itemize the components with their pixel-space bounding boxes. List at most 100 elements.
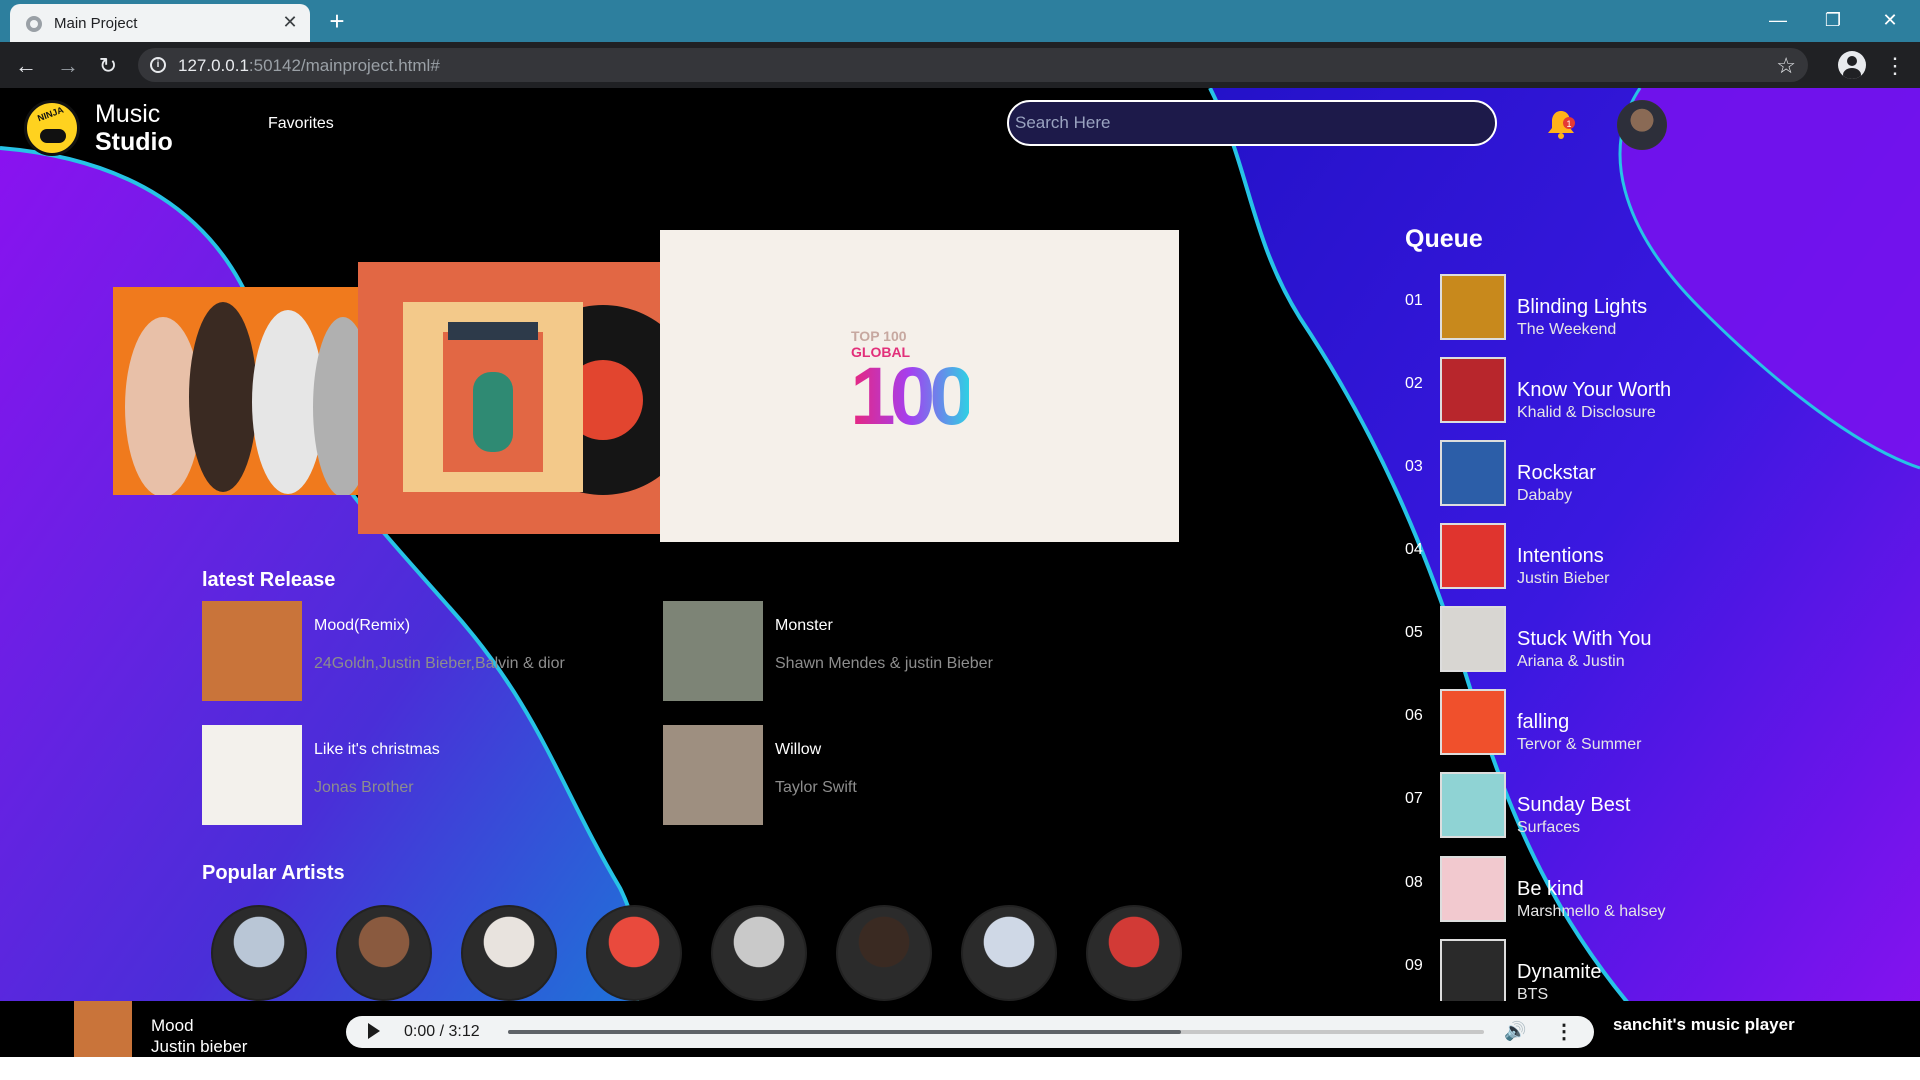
queue-artist: Marshmello & halsey xyxy=(1517,903,1666,920)
queue-thumb xyxy=(1440,357,1506,423)
queue-thumb xyxy=(1440,689,1506,755)
queue-item[interactable]: 04 Intentions Justin Bieber xyxy=(1405,523,1845,591)
popular-artists-heading: Popular Artists xyxy=(202,862,345,884)
minimize-button[interactable]: — xyxy=(1758,6,1798,34)
carousel-cover-left[interactable] xyxy=(113,287,363,495)
user-avatar[interactable] xyxy=(1617,100,1667,150)
url-text: 127.0.0.1:50142/mainproject.html# xyxy=(178,56,440,76)
queue-song: falling xyxy=(1517,711,1570,733)
brand-line2: Studio xyxy=(95,128,173,156)
artist-avatar[interactable] xyxy=(1086,905,1182,1001)
search-input[interactable] xyxy=(1007,100,1497,146)
logo-mask-shape xyxy=(40,129,66,143)
queue-heading: Queue xyxy=(1405,225,1483,253)
artist-avatar[interactable] xyxy=(961,905,1057,1001)
page-bottom-strip xyxy=(0,1057,1920,1080)
playback-time: 0:00 / 3:12 xyxy=(404,1023,480,1040)
reload-icon[interactable]: ↻ xyxy=(94,52,122,80)
code-ninja-logo[interactable]: NINJA xyxy=(24,100,80,156)
close-tab-icon[interactable]: ✕ xyxy=(280,12,300,32)
queue-item[interactable]: 02 Know Your Worth Khalid & Disclosure xyxy=(1405,357,1845,425)
queue-item[interactable]: 06 falling Tervor & Summer xyxy=(1405,689,1845,757)
new-tab-button[interactable]: + xyxy=(322,6,352,36)
address-bar[interactable]: i 127.0.0.1:50142/mainproject.html# ☆ xyxy=(138,48,1808,82)
bookmark-star-icon[interactable]: ☆ xyxy=(1776,53,1796,79)
queue-item[interactable]: 05 Stuck With You Ariana & Justin xyxy=(1405,606,1845,674)
queue-song: Stuck With You xyxy=(1517,628,1652,650)
release-artist: 24Goldn,Justin Bieber,Balvin & dior xyxy=(314,655,565,672)
queue-item[interactable]: 07 Sunday Best Surfaces xyxy=(1405,772,1845,840)
release-thumb xyxy=(202,601,302,701)
queue-artist: Khalid & Disclosure xyxy=(1517,404,1656,421)
browser-tab-strip: Main Project ✕ + — ❐ ✕ xyxy=(0,0,1920,42)
queue-song: Dynamite xyxy=(1517,961,1602,983)
release-artist: Jonas Brother xyxy=(314,779,414,796)
queue-item[interactable]: 03 Rockstar Dababy xyxy=(1405,440,1845,508)
restore-button[interactable]: ❐ xyxy=(1813,6,1853,34)
queue-thumb xyxy=(1440,523,1506,589)
release-thumb xyxy=(663,601,763,701)
release-item[interactable]: Mood(Remix) 24Goldn,Justin Bieber,Balvin… xyxy=(202,601,642,701)
queue-thumb xyxy=(1440,440,1506,506)
close-window-button[interactable]: ✕ xyxy=(1870,6,1910,34)
queue-thumb xyxy=(1440,606,1506,672)
queue-thumb xyxy=(1440,274,1506,340)
queue-number: 02 xyxy=(1405,375,1423,392)
buffered-progress xyxy=(508,1030,1182,1034)
artist-avatar[interactable] xyxy=(711,905,807,1001)
nav-favorites-link[interactable]: Favorites xyxy=(268,115,334,133)
music-studio-page: NINJA Music Studio Favorites 1 T xyxy=(0,88,1920,1080)
logo-lettering: NINJA xyxy=(36,104,65,124)
artist-avatar[interactable] xyxy=(336,905,432,1001)
queue-number: 01 xyxy=(1405,292,1423,309)
latest-release-heading: latest Release xyxy=(202,569,336,591)
brand-title: Music Studio xyxy=(95,100,173,156)
release-title: Willow xyxy=(775,741,822,758)
queue-number: 08 xyxy=(1405,874,1423,891)
queue-item[interactable]: 09 Dynamite BTS xyxy=(1405,939,1845,1007)
more-options-icon[interactable]: ⋮ xyxy=(1554,1019,1574,1044)
top100-label: TOP 100 xyxy=(851,328,907,344)
queue-song: Sunday Best xyxy=(1517,794,1631,816)
browser-tab[interactable]: Main Project ✕ xyxy=(10,4,310,42)
cover-art-mood xyxy=(125,302,363,495)
artist-avatar[interactable] xyxy=(586,905,682,1001)
artist-avatar[interactable] xyxy=(836,905,932,1001)
seek-bar[interactable] xyxy=(508,1030,1484,1034)
now-playing-artist: Justin bieber xyxy=(151,1037,248,1056)
queue-artist: Justin Bieber xyxy=(1517,570,1610,587)
queue-artist: Tervor & Summer xyxy=(1517,736,1642,753)
release-item[interactable]: Willow Taylor Swift xyxy=(663,725,1103,825)
artist-avatar[interactable] xyxy=(211,905,307,1001)
queue-number: 05 xyxy=(1405,624,1423,641)
queue-number: 06 xyxy=(1405,707,1423,724)
back-icon[interactable]: ← xyxy=(12,52,40,80)
queue-item[interactable]: 01 Blinding Lights The Weekend xyxy=(1405,274,1845,342)
audio-controls: 0:00 / 3:12 🔊 ⋮ xyxy=(346,1016,1594,1048)
forward-icon[interactable]: → xyxy=(54,52,82,80)
queue-item[interactable]: 08 Be kind Marshmello & halsey xyxy=(1405,856,1845,924)
browser-menu-icon[interactable]: ⋮ xyxy=(1884,52,1906,80)
tab-title: Main Project xyxy=(54,15,138,32)
cover-art-vinyl xyxy=(403,302,663,495)
browser-profile-icon[interactable] xyxy=(1838,51,1866,79)
url-rest: :50142/mainproject.html# xyxy=(248,56,440,75)
release-artist: Taylor Swift xyxy=(775,779,857,796)
queue-song: Blinding Lights xyxy=(1517,296,1648,318)
release-item[interactable]: Like it's christmas Jonas Brother xyxy=(202,725,642,825)
site-info-icon[interactable]: i xyxy=(150,57,166,73)
play-icon[interactable] xyxy=(368,1023,380,1039)
release-title: Like it's christmas xyxy=(314,741,440,758)
release-artist: Shawn Mendes & justin Bieber xyxy=(775,655,993,672)
volume-icon[interactable]: 🔊 xyxy=(1504,1021,1526,1042)
queue-thumb xyxy=(1440,939,1506,1005)
release-item[interactable]: Monster Shawn Mendes & justin Bieber xyxy=(663,601,1103,701)
queue-thumb xyxy=(1440,856,1506,922)
carousel-cover-top100[interactable]: TOP 100 GLOBAL 100 xyxy=(660,230,1179,542)
carousel-cover-middle[interactable] xyxy=(358,262,663,534)
queue-thumb xyxy=(1440,772,1506,838)
globe-icon xyxy=(26,16,42,32)
notification-bell-icon[interactable]: 1 xyxy=(1545,108,1577,140)
queue-song: Be kind xyxy=(1517,878,1584,900)
artist-avatar[interactable] xyxy=(461,905,557,1001)
